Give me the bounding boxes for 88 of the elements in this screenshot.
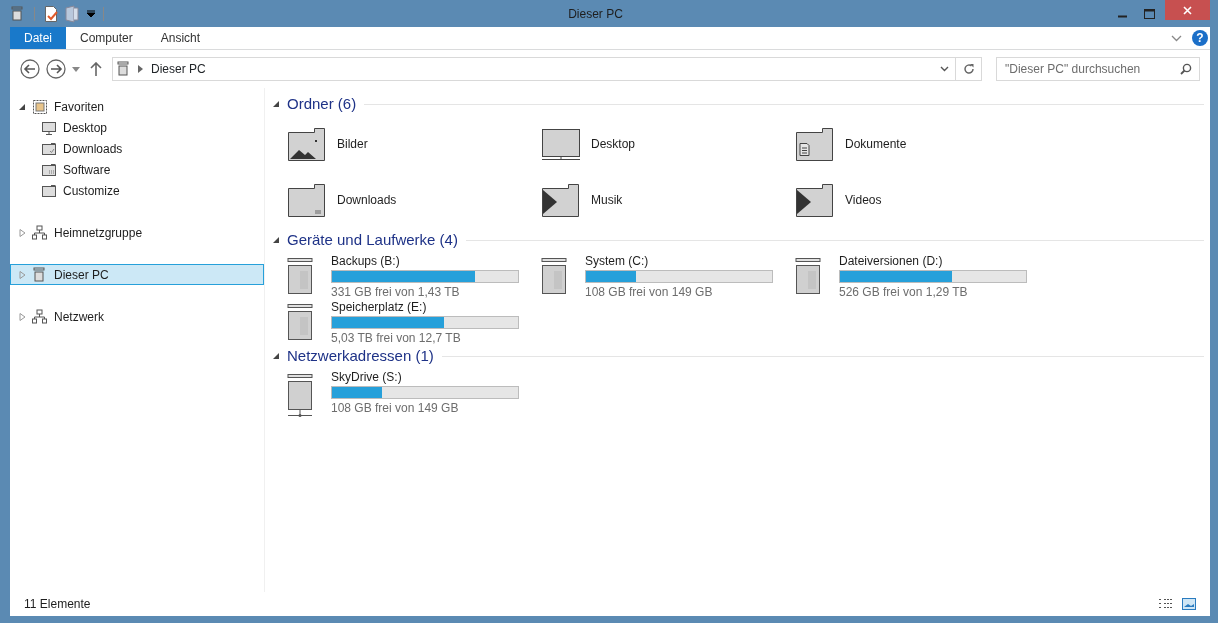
drive-name: Speicherplatz (E:) xyxy=(331,300,428,314)
group-header[interactable]: Ordner (6) xyxy=(287,92,357,116)
details-view-button[interactable] xyxy=(1158,598,1174,610)
address-path[interactable]: Dieser PC xyxy=(151,60,940,78)
collapse-arrow-icon[interactable] xyxy=(273,237,279,243)
sidebar-item[interactable]: Customize xyxy=(10,180,264,201)
network-drive-icon xyxy=(287,373,313,417)
drive-name: Backups (B:) xyxy=(331,254,401,268)
videos-folder-icon xyxy=(795,182,835,218)
drive-item[interactable]: Backups (B:) 331 GB frei von 1,43 TB xyxy=(287,252,541,298)
group-header[interactable]: Netzwerkadressen (1) xyxy=(287,344,434,368)
documents-folder-icon xyxy=(795,126,835,162)
chevron-down-icon xyxy=(940,66,949,72)
back-button[interactable] xyxy=(20,59,40,79)
free-space-text: 108 GB frei von 149 GB xyxy=(585,285,714,299)
document-check-icon[interactable] xyxy=(43,4,59,23)
back-icon xyxy=(20,59,40,79)
breadcrumb-arrow-icon xyxy=(138,65,143,73)
folder-item[interactable]: Musik xyxy=(541,172,795,228)
customize-dropdown-icon[interactable] xyxy=(87,9,95,18)
window-title: Dieser PC xyxy=(567,5,624,23)
sidebar-item[interactable]: Software xyxy=(10,159,264,180)
monitor-icon xyxy=(41,119,57,136)
drive-item[interactable]: SkyDrive (S:) 108 GB frei von 149 GB xyxy=(287,368,541,414)
downloads-folder-icon xyxy=(287,182,327,218)
folder-item[interactable]: Bilder xyxy=(287,116,541,172)
address-bar[interactable]: Dieser PC xyxy=(112,57,982,81)
folder-icon xyxy=(41,140,57,157)
folder-item[interactable]: Desktop xyxy=(541,116,795,172)
details-view-icon xyxy=(1158,598,1174,610)
collapse-arrow-icon[interactable] xyxy=(273,353,279,359)
drive-icon xyxy=(287,303,313,341)
drive-icon xyxy=(287,257,313,295)
computer-icon xyxy=(32,266,48,283)
drive-name: System (C:) xyxy=(585,254,650,268)
search-field[interactable]: "Dieser PC" durchsuchen xyxy=(996,57,1200,81)
drive-item[interactable]: Speicherplatz (E:) 5,03 TB frei von 12,7 TB xyxy=(287,298,541,344)
sidebar-item[interactable]: Favoriten xyxy=(10,96,264,117)
drive-icon xyxy=(795,257,821,295)
search-icon[interactable] xyxy=(1180,63,1192,75)
folder-item[interactable]: Videos xyxy=(795,172,1049,228)
caret-icon xyxy=(72,66,80,72)
free-space-text: 5,03 TB frei von 12,7 TB xyxy=(331,331,462,345)
folder-icon xyxy=(41,182,57,199)
sidebar-item[interactable]: Desktop xyxy=(10,117,264,138)
network-icon xyxy=(32,224,48,241)
free-space-text: 108 GB frei von 149 GB xyxy=(331,401,460,415)
expanded-arrow-icon[interactable] xyxy=(19,102,26,111)
forward-icon xyxy=(46,59,66,79)
monitor-icon xyxy=(541,126,581,162)
collapse-arrow-icon[interactable] xyxy=(273,101,279,107)
sidebar-item[interactable]: Heimnetzgruppe xyxy=(10,222,264,243)
large-icons-view-button[interactable] xyxy=(1182,598,1196,610)
close-icon xyxy=(1183,5,1192,15)
up-arrow-icon xyxy=(90,62,102,76)
free-space-text: 331 GB frei von 1,43 TB xyxy=(331,285,461,299)
drive-item[interactable]: System (C:) 108 GB frei von 149 GB xyxy=(541,252,795,298)
item-count: 11 Elemente xyxy=(24,596,91,613)
drive-icon xyxy=(541,257,567,295)
music-folder-icon xyxy=(541,182,581,218)
drive-name: Dateiversionen (D:) xyxy=(839,254,944,268)
computer-icon[interactable] xyxy=(10,5,26,22)
computer-icon xyxy=(116,61,132,77)
pictures-folder-icon xyxy=(287,126,327,162)
forward-button[interactable] xyxy=(46,59,66,79)
group-header[interactable]: Geräte und Laufwerke (4) xyxy=(287,228,458,252)
folder-item[interactable]: Downloads xyxy=(287,172,541,228)
drive-name: SkyDrive (S:) xyxy=(331,370,403,384)
recent-locations-button[interactable] xyxy=(72,66,80,72)
sidebar-item[interactable]: Netzwerk xyxy=(10,306,264,327)
collapsed-arrow-icon[interactable] xyxy=(19,228,26,237)
up-button[interactable] xyxy=(90,62,102,76)
large-icons-view-icon xyxy=(1182,598,1196,610)
free-space-text: 526 GB frei von 1,29 TB xyxy=(839,285,969,299)
folder-item[interactable]: Dokumente xyxy=(795,116,1049,172)
refresh-icon xyxy=(962,63,975,75)
folder-icon xyxy=(41,161,57,178)
help-button[interactable]: ? xyxy=(1192,30,1208,46)
folder-icon[interactable] xyxy=(65,4,79,23)
network-icon xyxy=(32,308,48,325)
sidebar-item[interactable]: Dieser PC xyxy=(10,264,264,285)
sidebar-item[interactable]: Downloads xyxy=(10,138,264,159)
collapsed-arrow-icon[interactable] xyxy=(19,312,26,321)
chevron-down-icon xyxy=(1171,34,1182,42)
maximize-icon xyxy=(1144,8,1155,19)
ribbon-tab[interactable]: Datei xyxy=(10,27,66,49)
close-button[interactable] xyxy=(1165,0,1210,20)
drive-item[interactable]: Dateiversionen (D:) 526 GB frei von 1,29 TB xyxy=(795,252,1049,298)
